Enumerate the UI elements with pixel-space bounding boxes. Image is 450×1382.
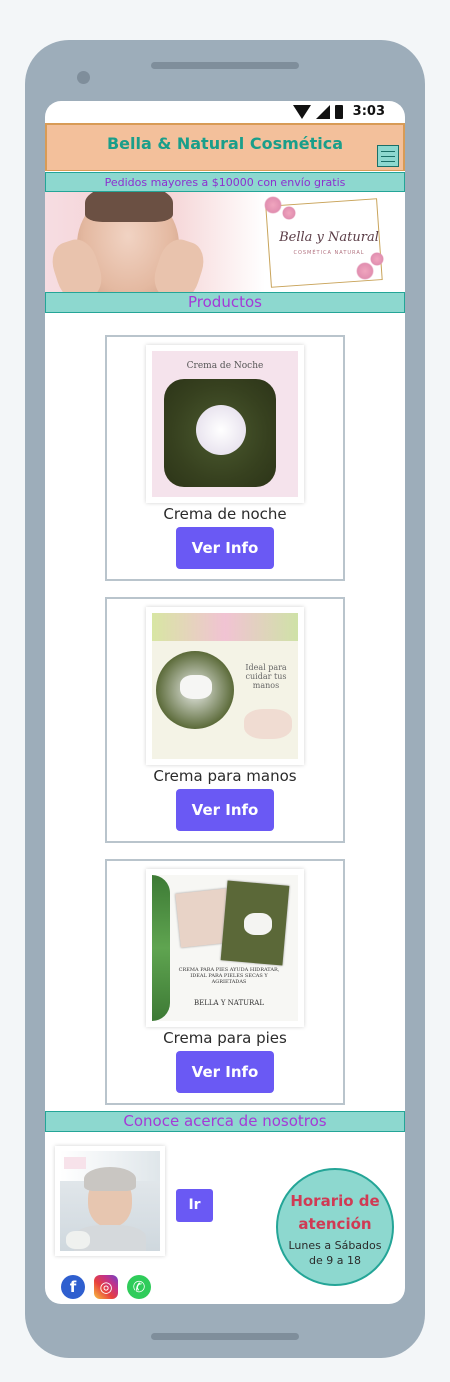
flower-icon (356, 262, 374, 280)
product-image[interactable]: Crema de Noche (146, 345, 304, 503)
status-icons: 3:03 (292, 104, 385, 119)
product-image[interactable]: CREMA PARA PIES AYUDA HIDRATAR, IDEAL PA… (146, 869, 304, 1027)
product-card: CREMA PARA PIES AYUDA HIDRATAR, IDEAL PA… (105, 859, 345, 1105)
product-card: Crema de Noche Crema de noche Ver Info (105, 335, 345, 581)
product-image[interactable]: Ideal para cuidar tus manos (146, 607, 304, 765)
ver-info-button[interactable]: Ver Info (176, 527, 274, 569)
flower-icon (264, 196, 282, 214)
social-links: f ◎ ✆ (61, 1275, 151, 1299)
hero-banner: Bella y Natural COSMÉTICA NATURAL (45, 192, 405, 292)
about-photo[interactable] (55, 1146, 165, 1256)
promo-banner: Pedidos mayores a $10000 con envío grati… (45, 172, 405, 192)
whatsapp-icon[interactable]: ✆ (127, 1275, 151, 1299)
image-caption: Ideal para cuidar tus manos (245, 663, 287, 690)
about-section-title: Conoce acerca de nosotros (45, 1111, 405, 1132)
battery-icon (334, 104, 343, 119)
person-hair (84, 1167, 136, 1191)
hours-time: de 9 a 18 (309, 1254, 361, 1267)
ver-info-button[interactable]: Ver Info (176, 1051, 274, 1093)
image-caption: Crema de Noche (186, 361, 264, 371)
cream-jar (180, 675, 212, 699)
products-section-title: Productos (45, 292, 405, 313)
hamburger-menu-icon[interactable] (377, 145, 399, 167)
hero-model-image (45, 192, 265, 292)
image-brand: BELLA Y NATURAL (193, 999, 265, 1007)
speaker-grille (151, 62, 299, 69)
logo-title: Bella y Natural (279, 230, 379, 245)
hero-logo: Bella y Natural COSMÉTICA NATURAL (260, 192, 405, 292)
ver-info-button[interactable]: Ver Info (176, 789, 274, 831)
product-name: Crema de noche (163, 505, 287, 523)
hours-title: Horario de atención (278, 1190, 392, 1236)
product-name: Crema para pies (163, 1029, 287, 1047)
cream-jar (244, 913, 272, 935)
hours-title-line1: Horario de (290, 1192, 380, 1210)
brand-title[interactable]: Bella & Natural Cosmética (47, 134, 403, 153)
instagram-icon[interactable]: ◎ (94, 1275, 118, 1299)
screen: 3:03 Bella & Natural Cosmética Pedidos m… (45, 101, 405, 1304)
hours-title-line2: atención (298, 1215, 372, 1233)
hours-badge: Horario de atención Lunes a Sábados de 9… (276, 1168, 394, 1286)
site-header: Bella & Natural Cosmética (45, 123, 405, 171)
flower-icon (282, 206, 296, 220)
image-caption: CREMA PARA PIES AYUDA HIDRATAR, IDEAL PA… (178, 967, 280, 985)
cream-jar (196, 405, 246, 455)
logo-subtitle: COSMÉTICA NATURAL (293, 250, 365, 256)
status-bar: 3:03 (45, 101, 405, 123)
wifi-icon (292, 104, 311, 119)
home-indicator (151, 1333, 299, 1340)
phone-frame: 3:03 Bella & Natural Cosmética Pedidos m… (25, 40, 425, 1358)
model-hair (85, 192, 173, 222)
products-list: Crema de Noche Crema de noche Ver Info I… (45, 313, 405, 1105)
status-time: 3:03 (352, 104, 385, 119)
about-section: Ir Horario de atención Lunes a Sábados d… (45, 1132, 405, 1304)
signal-icon (315, 104, 330, 119)
product-card: Ideal para cuidar tus manos Crema para m… (105, 597, 345, 843)
hours-schedule: Lunes a Sábados de 9 a 18 (278, 1238, 392, 1268)
product-name: Crema para manos (153, 767, 297, 785)
cream-jar (66, 1231, 90, 1249)
front-camera (77, 71, 90, 84)
hours-days: Lunes a Sábados (288, 1239, 382, 1252)
facebook-icon[interactable]: f (61, 1275, 85, 1299)
ir-button[interactable]: Ir (176, 1189, 213, 1222)
